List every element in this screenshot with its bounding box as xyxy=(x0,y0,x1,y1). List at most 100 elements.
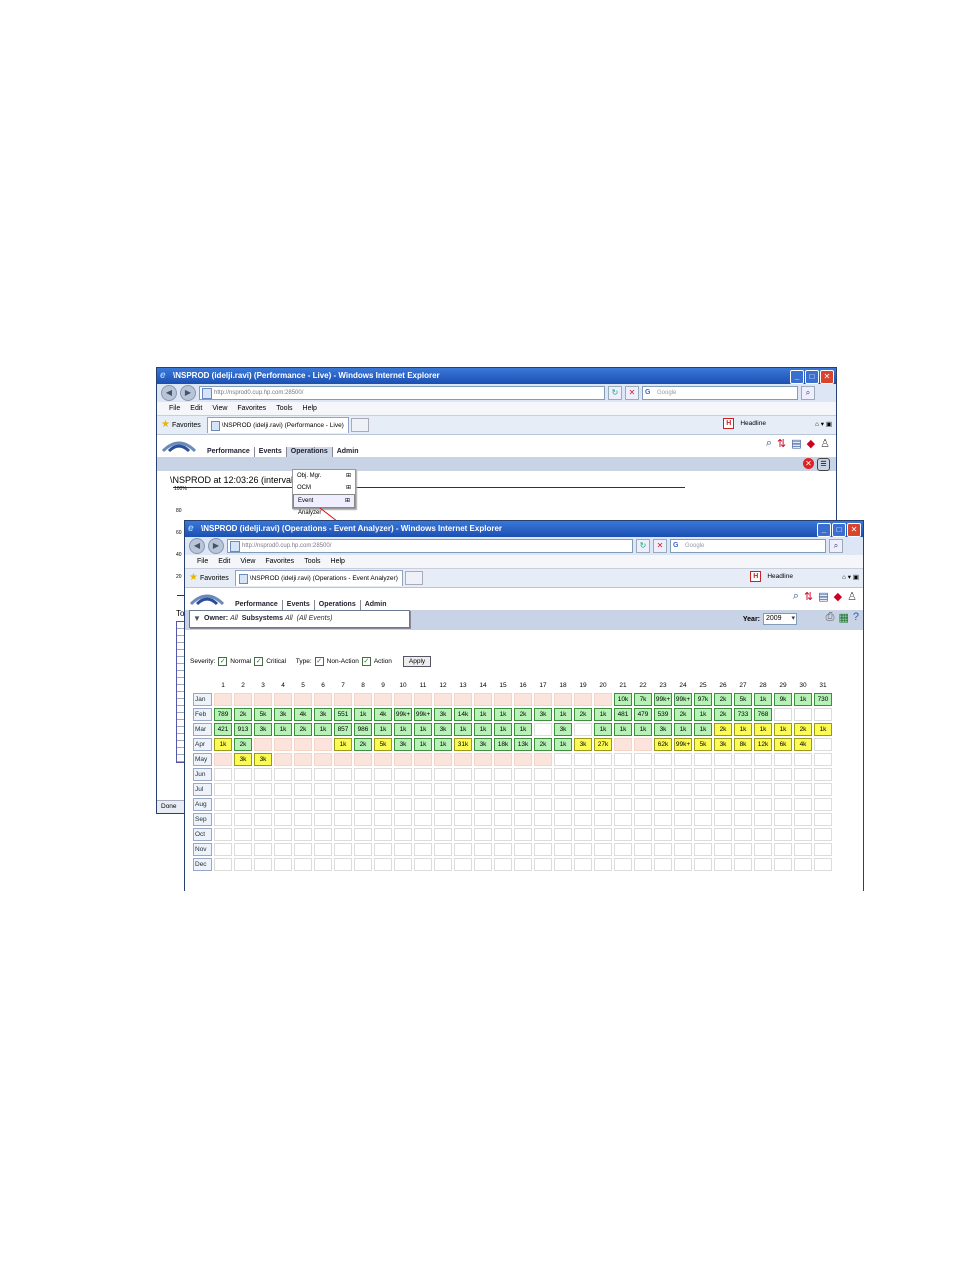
user-icon[interactable]: ♙ xyxy=(847,590,857,603)
month-label[interactable]: Feb xyxy=(193,708,212,721)
day-cell[interactable]: 3k xyxy=(654,723,672,736)
favorites-button[interactable]: ★ Favorites xyxy=(189,573,229,583)
day-cell[interactable]: 3k xyxy=(254,753,272,766)
day-cell[interactable]: 1k xyxy=(734,723,752,736)
book-icon[interactable]: ◆ xyxy=(834,590,842,603)
day-cell[interactable]: 1k xyxy=(694,723,712,736)
filter-summary-box[interactable]: ▼ Owner: All Subsystems All (All Events) xyxy=(189,610,410,628)
day-cell[interactable]: 4k xyxy=(294,708,312,721)
day-cell[interactable]: 2k xyxy=(534,738,552,751)
day-cell[interactable]: 2k xyxy=(794,723,812,736)
day-cell[interactable]: 2k xyxy=(714,708,732,721)
forward-nav-icon[interactable]: ▶ xyxy=(208,538,224,554)
day-cell[interactable]: 18k xyxy=(494,738,512,751)
day-cell[interactable]: 2k xyxy=(514,708,532,721)
day-cell[interactable]: 479 xyxy=(634,708,652,721)
nav-performance[interactable]: Performance xyxy=(231,600,283,610)
day-cell[interactable]: 7k xyxy=(634,693,652,706)
day-cell[interactable]: 1k xyxy=(794,693,812,706)
day-cell[interactable]: 1k xyxy=(474,723,492,736)
day-cell[interactable]: 1k xyxy=(774,723,792,736)
day-cell[interactable]: 1k xyxy=(394,723,412,736)
day-cell[interactable]: 1k xyxy=(374,723,392,736)
year-dropdown[interactable]: 2009 xyxy=(763,613,797,625)
day-cell[interactable]: 4k xyxy=(794,738,812,751)
search-icon[interactable]: ⌕ xyxy=(829,539,843,553)
month-label[interactable]: Nov xyxy=(193,843,212,856)
day-cell[interactable]: 730 xyxy=(814,693,832,706)
day-cell[interactable]: 10k xyxy=(614,693,632,706)
menu-file[interactable]: File xyxy=(197,555,208,568)
menu-edit[interactable]: Edit xyxy=(218,555,230,568)
day-cell[interactable]: 3k xyxy=(574,738,592,751)
day-cell[interactable]: 1k xyxy=(214,738,232,751)
day-cell[interactable]: 3k xyxy=(714,738,732,751)
day-cell[interactable]: 1k xyxy=(754,723,772,736)
day-cell[interactable]: 2k xyxy=(574,708,592,721)
day-cell[interactable]: 5k xyxy=(254,708,272,721)
alert-icon[interactable]: ⇅ xyxy=(804,590,813,603)
day-cell[interactable]: 1k xyxy=(494,723,512,736)
day-cell[interactable]: 99k+ xyxy=(674,693,692,706)
day-cell[interactable]: 857 xyxy=(334,723,352,736)
day-cell[interactable]: 14k xyxy=(454,708,472,721)
day-cell[interactable]: 99k+ xyxy=(674,738,692,751)
day-cell[interactable]: 4k xyxy=(374,708,392,721)
day-cell[interactable]: 768 xyxy=(754,708,772,721)
month-label[interactable]: Dec xyxy=(193,858,212,871)
day-cell[interactable]: 99k+ xyxy=(654,693,672,706)
day-cell[interactable]: 789 xyxy=(214,708,232,721)
menu-tools[interactable]: Tools xyxy=(304,555,320,568)
month-label[interactable]: Jan xyxy=(193,693,212,706)
day-cell[interactable]: 1k xyxy=(414,723,432,736)
day-cell[interactable]: 3k xyxy=(394,738,412,751)
day-cell[interactable]: 1k xyxy=(554,708,572,721)
day-cell[interactable]: 1k xyxy=(494,708,512,721)
stop-icon[interactable]: ✕ xyxy=(653,539,667,553)
minimize-button[interactable]: _ xyxy=(817,523,831,537)
day-cell[interactable]: 1k xyxy=(694,708,712,721)
day-cell[interactable]: 1k xyxy=(334,738,352,751)
day-cell[interactable]: 1k xyxy=(634,723,652,736)
day-cell[interactable]: 2k xyxy=(234,738,252,751)
home-icon[interactable]: ⌂ ▾ ▣ xyxy=(799,573,859,581)
month-label[interactable]: Mar xyxy=(193,723,212,736)
day-cell[interactable]: 6k xyxy=(774,738,792,751)
print-icon[interactable]: ⎙ xyxy=(826,611,835,624)
day-cell[interactable]: 1k xyxy=(274,723,292,736)
day-cell[interactable]: 3k xyxy=(554,723,572,736)
day-cell[interactable]: 2k xyxy=(234,708,252,721)
day-cell[interactable]: 1k xyxy=(594,708,612,721)
day-cell[interactable]: 1k xyxy=(674,723,692,736)
normal-checkbox[interactable]: ✓ xyxy=(218,657,228,666)
month-label[interactable]: Sep xyxy=(193,813,212,826)
day-cell[interactable]: 5k xyxy=(694,738,712,751)
nav-admin[interactable]: Admin xyxy=(361,600,391,610)
day-cell[interactable]: 3k xyxy=(314,708,332,721)
help-icon[interactable]: ? xyxy=(853,611,859,624)
day-cell[interactable]: 481 xyxy=(614,708,632,721)
day-cell[interactable]: 1k xyxy=(414,738,432,751)
refresh-icon[interactable]: ↻ xyxy=(636,539,650,553)
day-cell[interactable]: 1k xyxy=(814,723,832,736)
day-cell[interactable]: 539 xyxy=(654,708,672,721)
day-cell[interactable]: 733 xyxy=(734,708,752,721)
monitor-icon[interactable]: ▤ xyxy=(818,590,828,603)
day-cell[interactable]: 2k xyxy=(714,693,732,706)
day-cell[interactable]: 3k xyxy=(434,723,452,736)
close-window-button[interactable]: ✕ xyxy=(847,523,861,537)
nav-events[interactable]: Events xyxy=(283,600,315,610)
day-cell[interactable]: 3k xyxy=(534,708,552,721)
nav-operations[interactable]: Operations xyxy=(315,600,361,610)
front-title-bar[interactable]: e \NSPROD (idelji.ravi) (Operations - Ev… xyxy=(185,521,863,537)
day-cell[interactable]: 2k xyxy=(714,723,732,736)
day-cell[interactable]: 986 xyxy=(354,723,372,736)
day-cell[interactable]: 1k xyxy=(554,738,572,751)
day-cell[interactable]: 5k xyxy=(374,738,392,751)
day-cell[interactable]: 99k+ xyxy=(394,708,412,721)
day-cell[interactable]: 3k xyxy=(234,753,252,766)
action-checkbox[interactable]: ✓ xyxy=(361,657,371,666)
day-cell[interactable]: 2k xyxy=(354,738,372,751)
apply-button[interactable]: Apply xyxy=(402,656,432,667)
month-label[interactable]: Oct xyxy=(193,828,212,841)
